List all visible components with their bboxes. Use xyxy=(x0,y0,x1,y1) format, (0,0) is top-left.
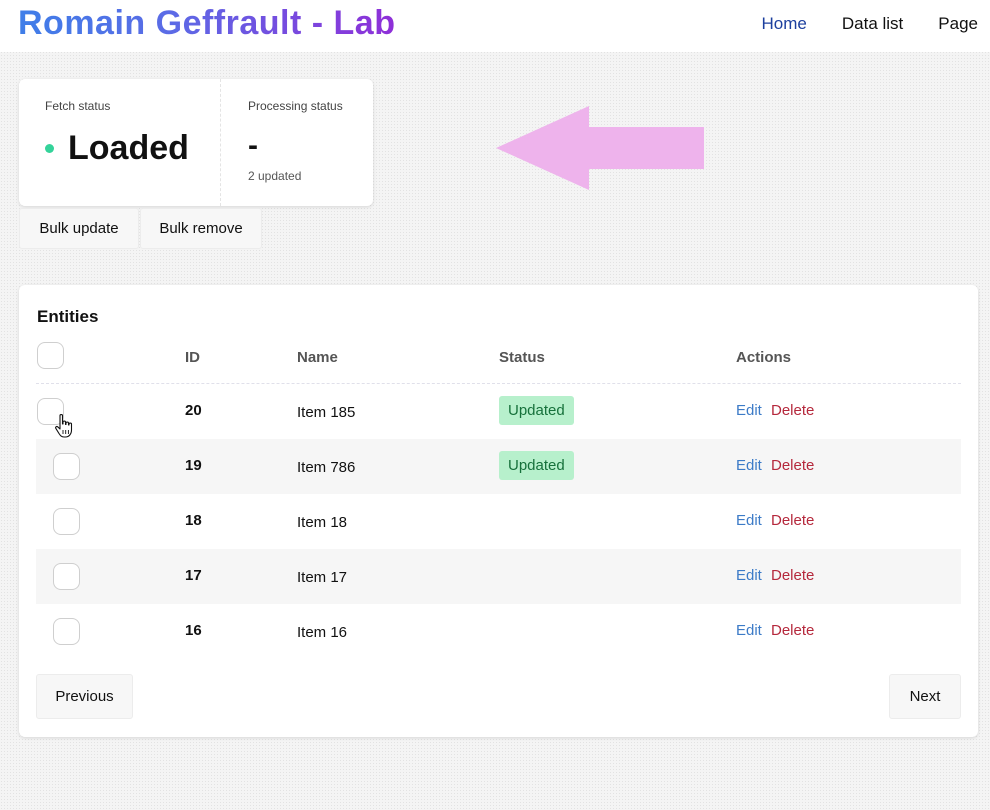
table-row: 20 Item 185 Updated Edit Delete xyxy=(36,384,961,439)
row-checkbox[interactable] xyxy=(53,618,80,645)
hand-pointer-icon xyxy=(55,413,73,438)
column-id: ID xyxy=(185,349,200,366)
table-row: 17 Item 17 Edit Delete xyxy=(36,549,961,604)
left-arrow-icon xyxy=(496,106,704,190)
processing-status-label: Processing status xyxy=(248,99,343,113)
row-checkbox[interactable] xyxy=(53,563,80,590)
table-header: ID Name Status Actions xyxy=(36,340,961,384)
row-name: Item 18 xyxy=(297,514,348,531)
select-all-checkbox[interactable] xyxy=(37,342,64,369)
status-badge: Updated xyxy=(499,451,574,480)
row-checkbox[interactable] xyxy=(53,508,80,535)
bulk-actions: Bulk update Bulk remove xyxy=(19,208,262,249)
delete-link[interactable]: Delete xyxy=(771,512,814,529)
fetch-status-label: Fetch status xyxy=(45,99,111,113)
processing-status: Processing status - 2 updated xyxy=(220,79,373,206)
entities-table: ID Name Status Actions 20 Item 185 Updat… xyxy=(36,340,961,659)
edit-link[interactable]: Edit xyxy=(736,622,762,639)
nav-data-list[interactable]: Data list xyxy=(842,14,903,34)
bulk-remove-button[interactable]: Bulk remove xyxy=(140,208,262,249)
edit-link[interactable]: Edit xyxy=(736,457,762,474)
main-nav: Home Data list Page xyxy=(727,14,978,34)
previous-button[interactable]: Previous xyxy=(36,674,133,719)
delete-link[interactable]: Delete xyxy=(771,457,814,474)
edit-link[interactable]: Edit xyxy=(736,512,762,529)
next-button[interactable]: Next xyxy=(889,674,961,719)
row-name: Item 17 xyxy=(297,569,348,586)
row-id: 20 xyxy=(185,402,202,419)
bulk-update-button[interactable]: Bulk update xyxy=(19,208,139,249)
nav-home[interactable]: Home xyxy=(762,14,807,34)
delete-link[interactable]: Delete xyxy=(771,567,814,584)
entities-card: Entities ID Name Status Actions 20 Item … xyxy=(19,285,978,737)
row-id: 16 xyxy=(185,622,202,639)
edit-link[interactable]: Edit xyxy=(736,402,762,419)
column-name: Name xyxy=(297,349,338,366)
table-row: 19 Item 786 Updated Edit Delete xyxy=(36,439,961,494)
status-badge: Updated xyxy=(499,396,574,425)
status-dot-icon xyxy=(45,143,54,153)
delete-link[interactable]: Delete xyxy=(771,402,814,419)
fetch-status: Fetch status Loaded xyxy=(19,79,220,206)
brand-title[interactable]: Romain Geffrault - Lab xyxy=(18,4,395,43)
table-row: 16 Item 16 Edit Delete xyxy=(36,604,961,659)
nav-page[interactable]: Page xyxy=(938,14,978,34)
row-checkbox[interactable] xyxy=(53,453,80,480)
row-name: Item 185 xyxy=(297,404,356,421)
row-name: Item 16 xyxy=(297,624,348,641)
entities-title: Entities xyxy=(37,307,99,326)
top-header: Romain Geffrault - Lab Home Data list Pa… xyxy=(0,0,990,52)
edit-link[interactable]: Edit xyxy=(736,567,762,584)
row-name: Item 786 xyxy=(297,459,356,476)
delete-link[interactable]: Delete xyxy=(771,622,814,639)
row-id: 18 xyxy=(185,512,202,529)
processing-status-value: - xyxy=(248,129,258,162)
column-actions: Actions xyxy=(736,349,792,366)
row-id: 19 xyxy=(185,457,202,474)
row-id: 17 xyxy=(185,567,202,584)
fetch-status-value: Loaded xyxy=(68,129,189,167)
status-card: Fetch status Loaded Processing status - … xyxy=(19,79,373,206)
column-status: Status xyxy=(499,349,545,366)
processing-status-sub: 2 updated xyxy=(248,169,302,183)
table-row: 18 Item 18 Edit Delete xyxy=(36,494,961,549)
